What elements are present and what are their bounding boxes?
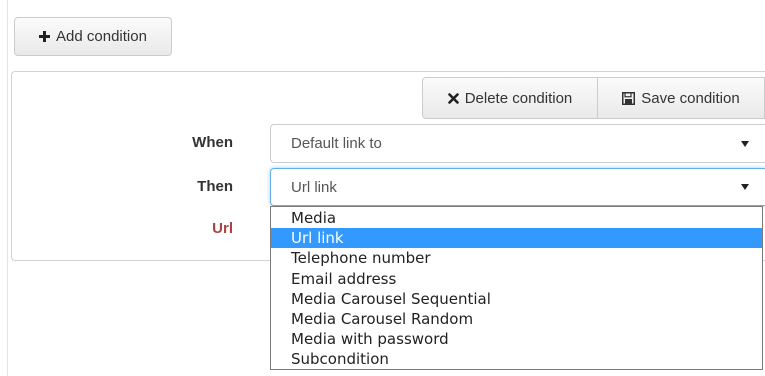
then-select[interactable]: Url link (270, 168, 765, 206)
dropdown-option-media-carousel-sequential[interactable]: Media Carousel Sequential (271, 289, 762, 309)
dropdown-option-url-link[interactable]: Url link (271, 228, 762, 249)
dropdown-option-email-address[interactable]: Email address (271, 269, 762, 289)
when-label: When (192, 134, 233, 151)
dropdown-option-telephone-number[interactable]: Telephone number (271, 248, 762, 268)
left-border-line (7, 0, 8, 376)
add-condition-label: Add condition (56, 28, 147, 45)
save-condition-label: Save condition (641, 89, 740, 107)
dropdown-option-subcondition[interactable]: Subcondition (271, 349, 762, 369)
when-select[interactable]: Default link to (270, 124, 765, 163)
then-select-value: Url link (291, 178, 337, 196)
caret-down-icon (741, 184, 749, 190)
save-condition-button[interactable]: Save condition (597, 77, 765, 119)
plus-icon (39, 31, 51, 42)
x-icon (447, 92, 459, 104)
then-label: Then (197, 178, 233, 195)
dropdown-option-media-with-password[interactable]: Media with password (271, 329, 762, 349)
dropdown-option-media[interactable]: Media (271, 208, 762, 228)
delete-condition-label: Delete condition (464, 89, 573, 107)
caret-down-icon (741, 140, 749, 147)
delete-condition-button[interactable]: Delete condition (422, 77, 598, 119)
then-dropdown-list: Media Url link Telephone number Email ad… (270, 206, 763, 370)
floppy-disk-icon (622, 91, 636, 105)
url-label: Url (212, 220, 233, 237)
dropdown-option-media-carousel-random[interactable]: Media Carousel Random (271, 309, 762, 329)
add-condition-button[interactable]: Add condition (14, 17, 172, 56)
when-select-value: Default link to (291, 135, 382, 152)
